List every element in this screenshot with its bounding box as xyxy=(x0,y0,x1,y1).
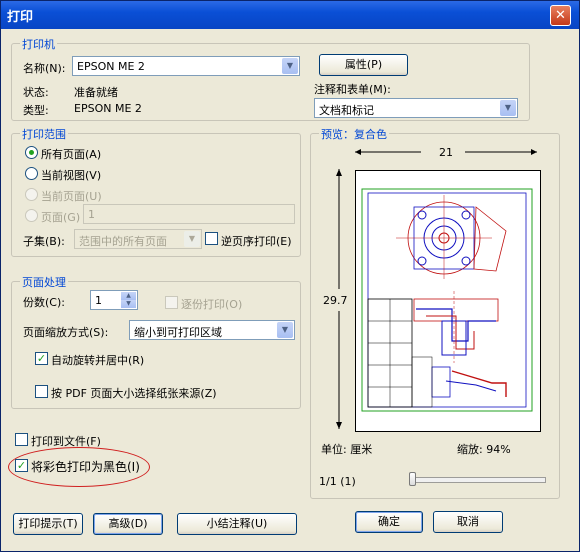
title-bar[interactable]: 打印 ✕ xyxy=(1,1,579,29)
advanced-button[interactable]: 高级(D) xyxy=(93,513,163,535)
page-indicator: 1/1 (1) xyxy=(319,475,356,488)
pages-input[interactable]: 1 xyxy=(83,204,295,224)
copies-spinner[interactable]: ▲ ▼ xyxy=(121,292,136,308)
chevron-down-icon[interactable]: ▼ xyxy=(500,100,516,116)
chevron-up-icon[interactable]: ▲ xyxy=(121,292,136,300)
ok-button[interactable]: 确定 xyxy=(355,511,423,533)
current-view-radio[interactable] xyxy=(25,167,38,180)
auto-rotate-checkbox[interactable]: ✓ xyxy=(35,352,48,365)
printer-name-value: EPSON ME 2 xyxy=(77,60,145,73)
collate-label[interactable]: 逐份打印(O) xyxy=(181,296,242,312)
height-value: 29.7 xyxy=(323,294,348,307)
color-as-black-label[interactable]: 将彩色打印为黑色(I) xyxy=(31,458,140,475)
auto-rotate-label[interactable]: 自动旋转并居中(R) xyxy=(51,352,144,368)
status-label: 状态: xyxy=(23,86,49,99)
printer-name-select[interactable]: EPSON ME 2 ▼ xyxy=(72,56,300,76)
page-scaling-select[interactable]: 缩小到可打印区域 ▼ xyxy=(129,320,295,340)
comments-forms-label: 注释和表单(M): xyxy=(314,83,391,96)
current-view-label[interactable]: 当前视图(V) xyxy=(41,167,101,183)
close-button[interactable]: ✕ xyxy=(550,5,571,26)
all-pages-radio[interactable] xyxy=(25,146,38,159)
close-icon: ✕ xyxy=(555,8,566,23)
chevron-down-icon[interactable]: ▼ xyxy=(184,231,200,247)
window-title: 打印 xyxy=(7,10,34,25)
printer-group-title: 打印机 xyxy=(20,36,57,52)
page-slider-track[interactable] xyxy=(411,477,546,483)
pages-label[interactable]: 页面(G) xyxy=(41,209,80,225)
subset-label: 子集(B): xyxy=(23,235,65,248)
preview-title: 预览：复合色 xyxy=(319,126,389,142)
printer-name-label: 名称(N): xyxy=(23,62,66,75)
chevron-down-icon[interactable]: ▼ xyxy=(282,58,298,74)
zoom-label: 缩放: 94% xyxy=(457,443,511,456)
subset-value: 范围中的所有页面 xyxy=(79,235,167,248)
reverse-pages-label[interactable]: 逆页序打印(E) xyxy=(221,233,292,249)
copies-value: 1 xyxy=(95,294,102,307)
page-scaling-label: 页面缩放方式(S): xyxy=(23,326,109,339)
copies-stepper[interactable]: 1 ▲ ▼ xyxy=(90,290,138,310)
page-preview xyxy=(355,170,541,432)
chevron-down-icon[interactable]: ▼ xyxy=(121,300,136,308)
comments-forms-select[interactable]: 文档和标记 ▼ xyxy=(314,98,518,118)
subset-select[interactable]: 范围中的所有页面 ▼ xyxy=(74,229,202,249)
collate-checkbox[interactable] xyxy=(165,296,178,309)
reverse-pages-checkbox[interactable] xyxy=(205,232,218,245)
page-slider-thumb[interactable] xyxy=(409,472,416,486)
width-value: 21 xyxy=(439,146,453,159)
color-as-black-checkbox[interactable]: ✓ xyxy=(15,459,28,472)
pages-radio[interactable] xyxy=(25,209,38,222)
properties-button[interactable]: 属性(P) xyxy=(319,54,408,76)
print-dialog: 打印 ✕ 打印机 名称(N): EPSON ME 2 ▼ 属性(P) 状态: 准… xyxy=(0,0,580,552)
chevron-down-icon[interactable]: ▼ xyxy=(277,322,293,338)
type-label: 类型: xyxy=(23,104,49,117)
page-handling-title: 页面处理 xyxy=(20,274,68,290)
drawing-thumbnail xyxy=(361,188,533,412)
page-scaling-value: 缩小到可打印区域 xyxy=(134,326,222,339)
pdf-page-size-label[interactable]: 按 PDF 页面大小选择纸张来源(Z) xyxy=(51,385,217,401)
status-value: 准备就绪 xyxy=(74,86,118,99)
pdf-page-size-checkbox[interactable] xyxy=(35,385,48,398)
cancel-button[interactable]: 取消 xyxy=(433,511,503,533)
current-page-radio[interactable] xyxy=(25,188,38,201)
print-tips-button[interactable]: 打印提示(T) xyxy=(13,513,83,535)
print-to-file-checkbox[interactable] xyxy=(15,433,28,446)
all-pages-label[interactable]: 所有页面(A) xyxy=(41,146,101,162)
comments-forms-value: 文档和标记 xyxy=(319,104,374,117)
copies-label: 份数(C): xyxy=(23,296,65,309)
summarize-comments-button[interactable]: 小结注释(U) xyxy=(177,513,297,535)
type-value: EPSON ME 2 xyxy=(74,102,142,115)
print-range-title: 打印范围 xyxy=(20,126,68,142)
current-page-label[interactable]: 当前页面(U) xyxy=(41,188,102,204)
unit-label: 单位: 厘米 xyxy=(321,443,373,456)
pages-value: 1 xyxy=(88,208,95,221)
